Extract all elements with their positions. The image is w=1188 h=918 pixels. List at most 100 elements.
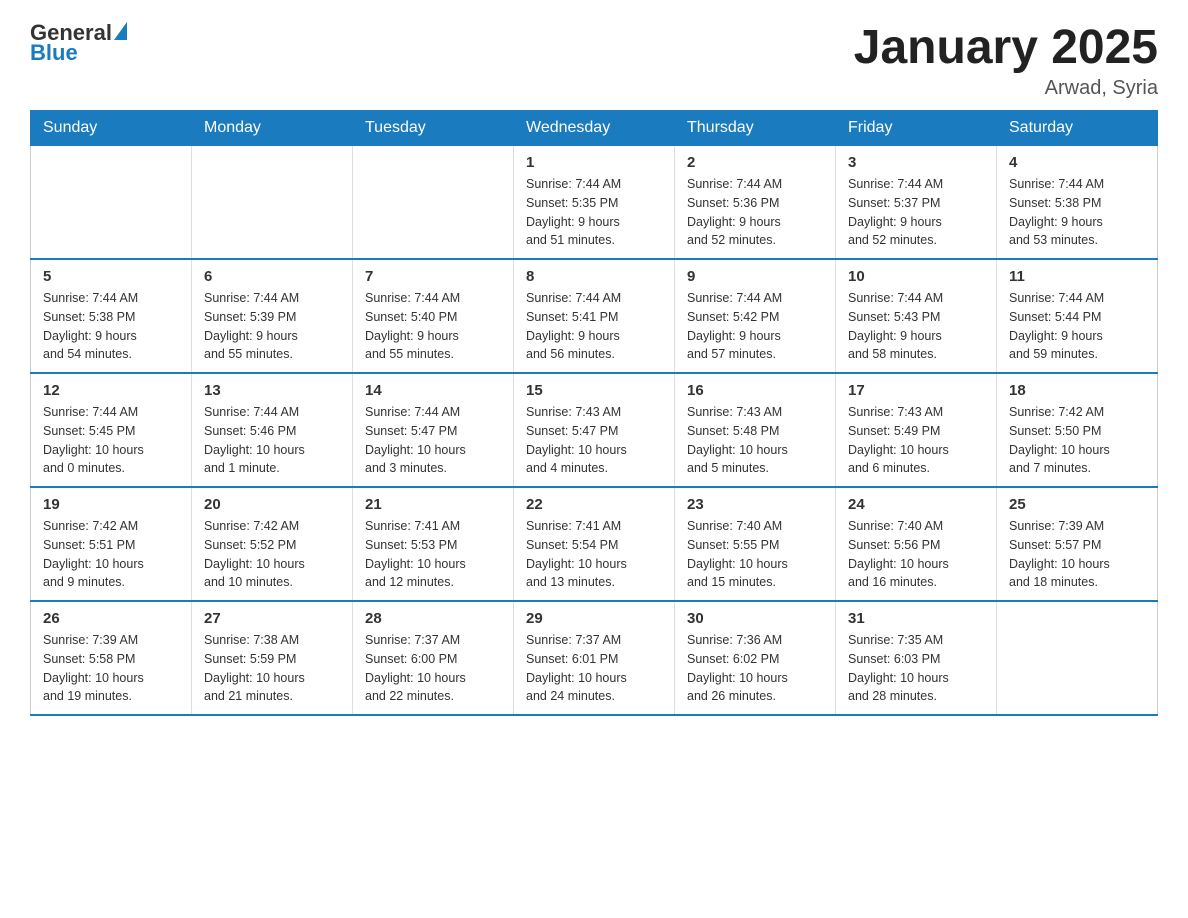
logo-blue-text: Blue [30, 40, 78, 66]
calendar-day-cell: 26 Sunrise: 7:39 AMSunset: 5:58 PMDayligh… [31, 601, 192, 715]
calendar-header: SundayMondayTuesdayWednesdayThursdayFrid… [31, 111, 1158, 146]
day-info: Sunrise: 7:44 AMSunset: 5:35 PMDaylight:… [526, 175, 662, 250]
day-number: 18 [1009, 382, 1145, 399]
page-header: General Blue January 2025 Arwad, Syria [30, 20, 1158, 100]
day-number: 9 [687, 268, 823, 285]
day-info: Sunrise: 7:37 AMSunset: 6:01 PMDaylight:… [526, 631, 662, 706]
day-number: 6 [204, 268, 340, 285]
day-of-week-header: Tuesday [353, 111, 514, 146]
day-info: Sunrise: 7:44 AMSunset: 5:45 PMDaylight:… [43, 403, 179, 478]
calendar-day-cell: 27 Sunrise: 7:38 AMSunset: 5:59 PMDayligh… [192, 601, 353, 715]
day-number: 17 [848, 382, 984, 399]
day-info: Sunrise: 7:44 AMSunset: 5:47 PMDaylight:… [365, 403, 501, 478]
day-of-week-header: Friday [836, 111, 997, 146]
calendar-day-cell: 14 Sunrise: 7:44 AMSunset: 5:47 PMDayligh… [353, 373, 514, 487]
day-number: 30 [687, 610, 823, 627]
day-info: Sunrise: 7:38 AMSunset: 5:59 PMDaylight:… [204, 631, 340, 706]
day-number: 3 [848, 154, 984, 171]
day-number: 24 [848, 496, 984, 513]
calendar-day-cell: 2Sunrise: 7:44 AMSunset: 5:36 PMDaylight… [675, 146, 836, 260]
day-number: 28 [365, 610, 501, 627]
day-number: 23 [687, 496, 823, 513]
calendar-week-row: 19 Sunrise: 7:42 AMSunset: 5:51 PMDayligh… [31, 487, 1158, 601]
calendar-day-cell: 19 Sunrise: 7:42 AMSunset: 5:51 PMDayligh… [31, 487, 192, 601]
calendar-body: 1Sunrise: 7:44 AMSunset: 5:35 PMDaylight… [31, 146, 1158, 716]
day-number: 13 [204, 382, 340, 399]
day-number: 31 [848, 610, 984, 627]
day-info: Sunrise: 7:41 AMSunset: 5:53 PMDaylight:… [365, 517, 501, 592]
calendar-day-cell: 8 Sunrise: 7:44 AMSunset: 5:41 PMDaylight… [514, 259, 675, 373]
day-info: Sunrise: 7:44 AMSunset: 5:36 PMDaylight:… [687, 175, 823, 250]
location-subtitle: Arwad, Syria [854, 77, 1158, 100]
calendar-week-row: 26 Sunrise: 7:39 AMSunset: 5:58 PMDayligh… [31, 601, 1158, 715]
day-info: Sunrise: 7:35 AMSunset: 6:03 PMDaylight:… [848, 631, 984, 706]
day-number: 22 [526, 496, 662, 513]
calendar-day-cell: 10 Sunrise: 7:44 AMSunset: 5:43 PMDayligh… [836, 259, 997, 373]
day-number: 15 [526, 382, 662, 399]
day-number: 27 [204, 610, 340, 627]
calendar-day-cell: 21 Sunrise: 7:41 AMSunset: 5:53 PMDayligh… [353, 487, 514, 601]
calendar-day-cell: 5 Sunrise: 7:44 AMSunset: 5:38 PMDaylight… [31, 259, 192, 373]
calendar-day-cell [997, 601, 1158, 715]
day-info: Sunrise: 7:40 AMSunset: 5:56 PMDaylight:… [848, 517, 984, 592]
calendar-week-row: 12 Sunrise: 7:44 AMSunset: 5:45 PMDayligh… [31, 373, 1158, 487]
day-of-week-header: Sunday [31, 111, 192, 146]
day-number: 21 [365, 496, 501, 513]
calendar-day-cell [31, 146, 192, 260]
day-of-week-header: Saturday [997, 111, 1158, 146]
day-number: 12 [43, 382, 179, 399]
day-number: 29 [526, 610, 662, 627]
calendar-table: SundayMondayTuesdayWednesdayThursdayFrid… [30, 110, 1158, 716]
day-number: 7 [365, 268, 501, 285]
calendar-day-cell: 23Sunrise: 7:40 AMSunset: 5:55 PMDayligh… [675, 487, 836, 601]
day-number: 19 [43, 496, 179, 513]
day-info: Sunrise: 7:43 AMSunset: 5:48 PMDaylight:… [687, 403, 823, 478]
day-info: Sunrise: 7:44 AMSunset: 5:42 PMDaylight:… [687, 289, 823, 364]
calendar-day-cell: 31 Sunrise: 7:35 AMSunset: 6:03 PMDayligh… [836, 601, 997, 715]
calendar-day-cell: 29 Sunrise: 7:37 AMSunset: 6:01 PMDayligh… [514, 601, 675, 715]
calendar-day-cell: 17Sunrise: 7:43 AMSunset: 5:49 PMDayligh… [836, 373, 997, 487]
calendar-day-cell: 24 Sunrise: 7:40 AMSunset: 5:56 PMDayligh… [836, 487, 997, 601]
calendar-day-cell: 25 Sunrise: 7:39 AMSunset: 5:57 PMDayligh… [997, 487, 1158, 601]
calendar-day-cell: 1Sunrise: 7:44 AMSunset: 5:35 PMDaylight… [514, 146, 675, 260]
day-of-week-header: Monday [192, 111, 353, 146]
day-info: Sunrise: 7:39 AMSunset: 5:58 PMDaylight:… [43, 631, 179, 706]
calendar-day-cell: 3Sunrise: 7:44 AMSunset: 5:37 PMDaylight… [836, 146, 997, 260]
calendar-day-cell [192, 146, 353, 260]
day-info: Sunrise: 7:42 AMSunset: 5:50 PMDaylight:… [1009, 403, 1145, 478]
calendar-day-cell: 20Sunrise: 7:42 AMSunset: 5:52 PMDayligh… [192, 487, 353, 601]
day-number: 10 [848, 268, 984, 285]
day-of-week-header: Thursday [675, 111, 836, 146]
day-info: Sunrise: 7:44 AMSunset: 5:38 PMDaylight:… [43, 289, 179, 364]
day-info: Sunrise: 7:44 AMSunset: 5:41 PMDaylight:… [526, 289, 662, 364]
day-info: Sunrise: 7:44 AMSunset: 5:40 PMDaylight:… [365, 289, 501, 364]
day-info: Sunrise: 7:42 AMSunset: 5:52 PMDaylight:… [204, 517, 340, 592]
day-number: 25 [1009, 496, 1145, 513]
day-info: Sunrise: 7:43 AMSunset: 5:47 PMDaylight:… [526, 403, 662, 478]
day-number: 26 [43, 610, 179, 627]
calendar-day-cell: 11Sunrise: 7:44 AMSunset: 5:44 PMDayligh… [997, 259, 1158, 373]
day-number: 16 [687, 382, 823, 399]
calendar-week-row: 5 Sunrise: 7:44 AMSunset: 5:38 PMDaylight… [31, 259, 1158, 373]
day-info: Sunrise: 7:41 AMSunset: 5:54 PMDaylight:… [526, 517, 662, 592]
day-info: Sunrise: 7:44 AMSunset: 5:39 PMDaylight:… [204, 289, 340, 364]
day-of-week-header: Wednesday [514, 111, 675, 146]
day-info: Sunrise: 7:44 AMSunset: 5:43 PMDaylight:… [848, 289, 984, 364]
calendar-day-cell: 13 Sunrise: 7:44 AMSunset: 5:46 PMDayligh… [192, 373, 353, 487]
logo: General Blue [30, 20, 127, 66]
days-of-week-row: SundayMondayTuesdayWednesdayThursdayFrid… [31, 111, 1158, 146]
calendar-day-cell: 15 Sunrise: 7:43 AMSunset: 5:47 PMDayligh… [514, 373, 675, 487]
day-number: 14 [365, 382, 501, 399]
day-number: 11 [1009, 268, 1145, 285]
main-title: January 2025 [854, 20, 1158, 75]
day-number: 8 [526, 268, 662, 285]
day-info: Sunrise: 7:44 AMSunset: 5:46 PMDaylight:… [204, 403, 340, 478]
calendar-day-cell: 22 Sunrise: 7:41 AMSunset: 5:54 PMDayligh… [514, 487, 675, 601]
day-info: Sunrise: 7:42 AMSunset: 5:51 PMDaylight:… [43, 517, 179, 592]
calendar-day-cell: 30Sunrise: 7:36 AMSunset: 6:02 PMDayligh… [675, 601, 836, 715]
day-info: Sunrise: 7:44 AMSunset: 5:38 PMDaylight:… [1009, 175, 1145, 250]
calendar-day-cell: 7 Sunrise: 7:44 AMSunset: 5:40 PMDaylight… [353, 259, 514, 373]
day-number: 5 [43, 268, 179, 285]
day-number: 4 [1009, 154, 1145, 171]
day-info: Sunrise: 7:39 AMSunset: 5:57 PMDaylight:… [1009, 517, 1145, 592]
